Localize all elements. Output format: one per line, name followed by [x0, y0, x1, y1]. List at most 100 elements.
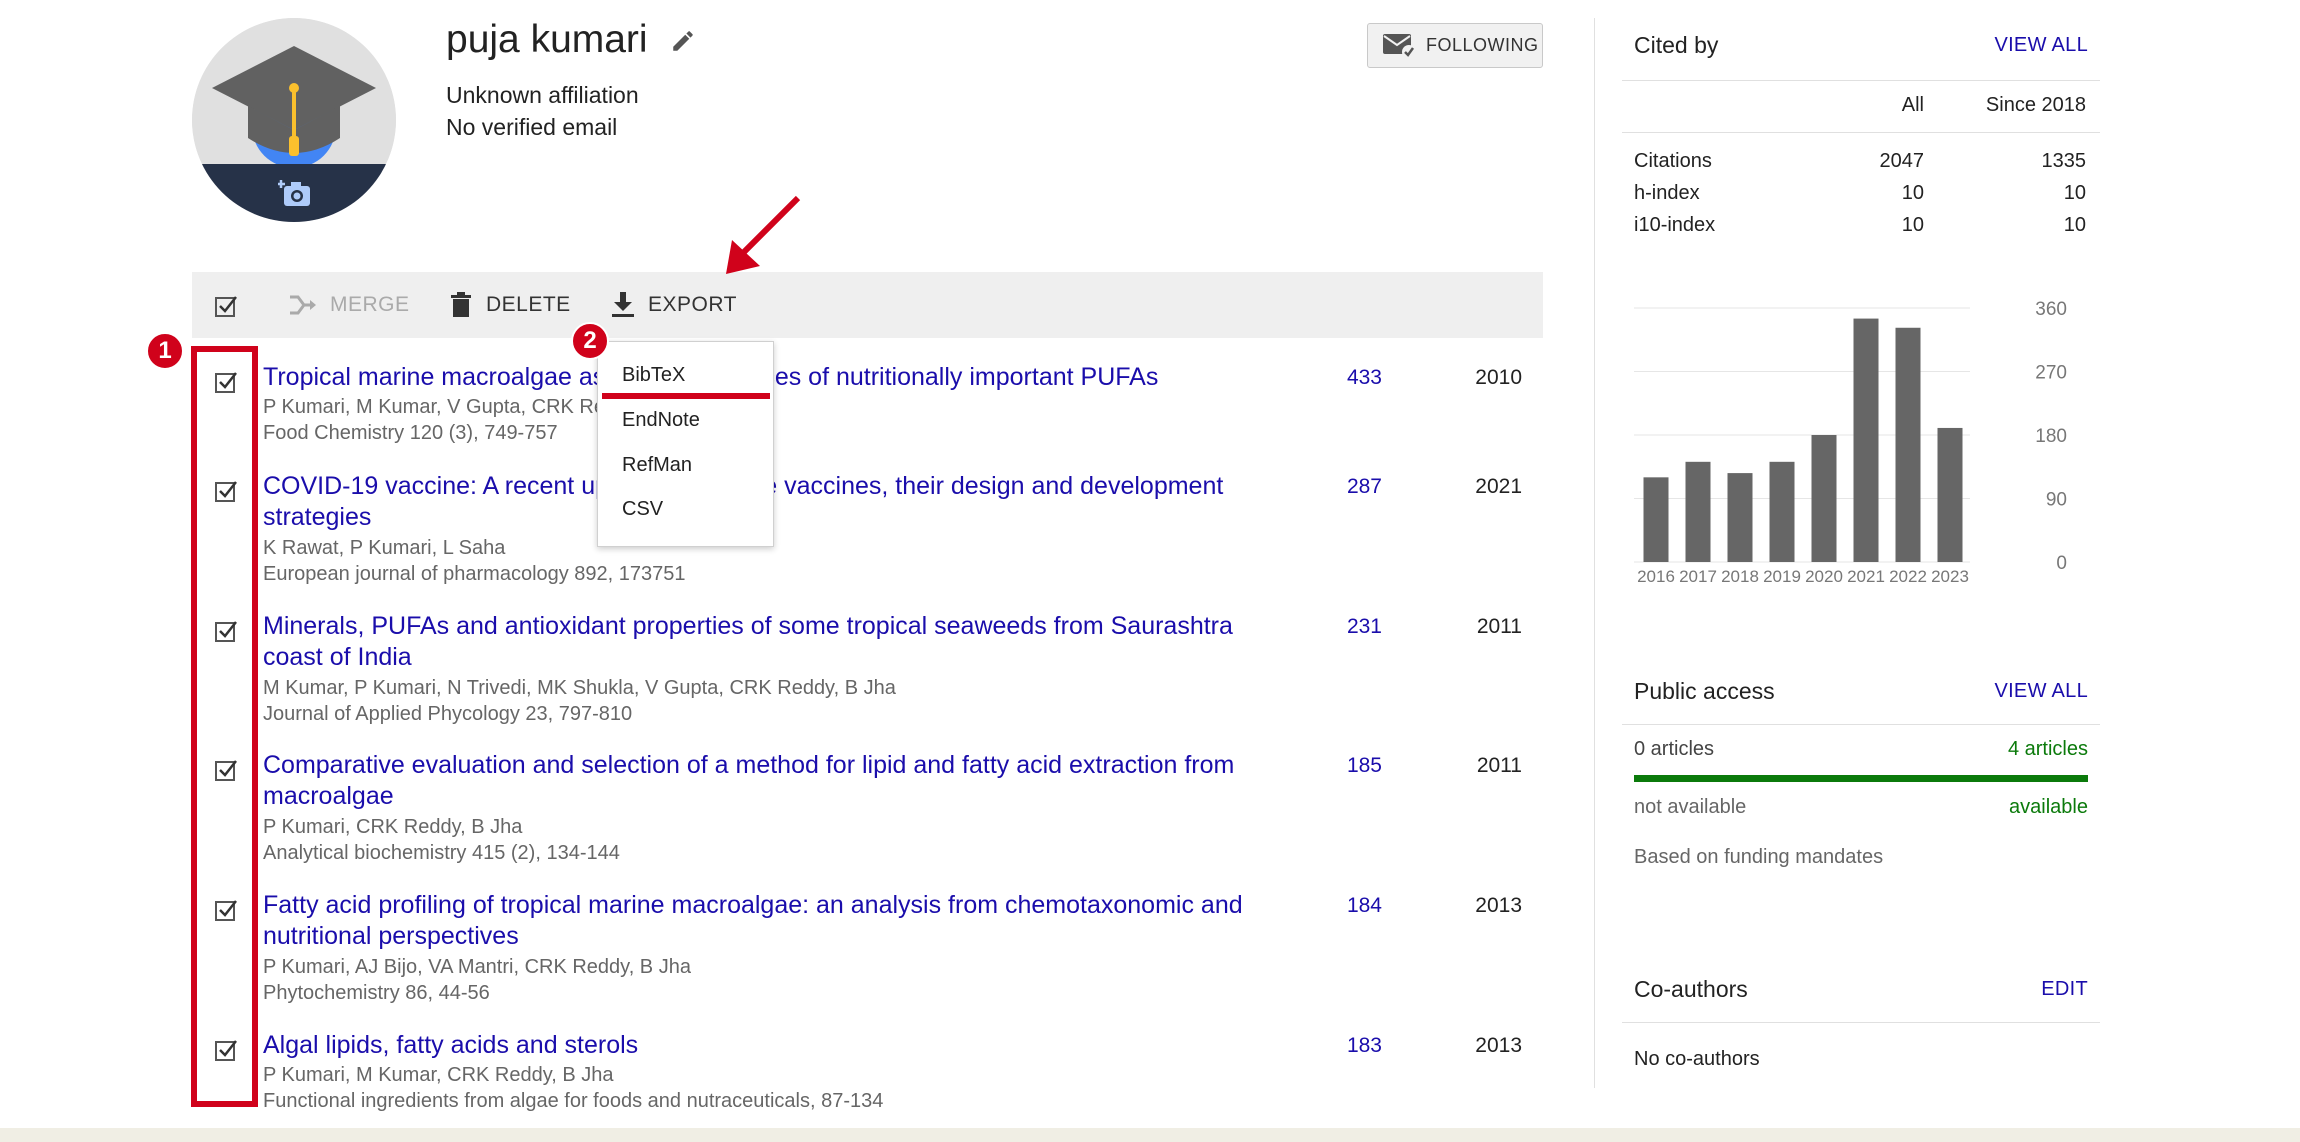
citation-row: h-index 10 10 [1634, 182, 2100, 210]
chart-bar-2022[interactable] [1895, 327, 1921, 562]
chart-bar-2016[interactable] [1643, 477, 1669, 562]
chart-bar-2021[interactable] [1853, 318, 1879, 562]
metric-all: 10 [1901, 182, 1924, 204]
public-access-view-all-link[interactable]: VIEW ALL [1994, 680, 2088, 703]
article-title-link[interactable]: Minerals, PUFAs and antioxidant properti… [263, 611, 1273, 673]
article-cited-by-link[interactable]: 185 [1322, 754, 1382, 778]
article-authors: P Kumari, CRK Reddy, B Jha [263, 816, 523, 838]
delete-button[interactable]: DELETE [450, 272, 571, 338]
article-cited-by-link[interactable]: 184 [1322, 894, 1382, 918]
export-option-csv[interactable]: CSV [622, 498, 663, 521]
article-row: COVID-19 vaccine: A recent update in pip… [192, 471, 1543, 601]
coauthors-edit-link[interactable]: EDIT [2041, 978, 2088, 1001]
delete-label: DELETE [486, 293, 571, 316]
metric-since: 1335 [2041, 150, 2087, 172]
chart-x-tick-label: 2017 [1679, 567, 1717, 586]
sidebar-divider [1594, 18, 1595, 1088]
article-year: 2010 [1475, 366, 1522, 389]
chart-bar-2023[interactable] [1937, 427, 1963, 562]
annotation-step-badge-2: 2 [571, 322, 609, 360]
merge-button[interactable]: MERGE [288, 272, 410, 338]
citation-table-header: All Since 2018 [1634, 94, 2100, 122]
export-button[interactable]: EXPORT [612, 272, 737, 338]
chart-bar-2020[interactable] [1811, 435, 1837, 562]
chart-x-tick-label: 2020 [1805, 567, 1843, 586]
pencil-edit-icon[interactable] [670, 28, 696, 54]
chart-y-tick-label: 360 [2035, 299, 2067, 320]
pa-funding-note: Based on funding mandates [1634, 846, 1884, 868]
no-coauthors-text: No co-authors [1634, 1048, 1760, 1070]
article-venue: European journal of pharmacology 892, 17… [263, 563, 686, 585]
chart-x-tick-label: 2023 [1931, 567, 1969, 586]
following-button[interactable]: FOLLOWING [1367, 23, 1543, 68]
metric-since: 10 [2063, 214, 2086, 236]
profile-email: No verified email [446, 114, 618, 140]
annotation-arrow-icon [726, 195, 801, 274]
article-year: 2011 [1476, 754, 1522, 777]
pa-not-available-count[interactable]: 0 articles [1634, 738, 1714, 761]
article-cited-by-link[interactable]: 287 [1322, 475, 1382, 499]
article-title-link[interactable]: Fatty acid profiling of tropical marine … [263, 890, 1273, 952]
article-row: Minerals, PUFAs and antioxidant properti… [192, 611, 1543, 741]
profile-name: puja kumari [446, 18, 648, 61]
profile-avatar[interactable] [192, 18, 396, 222]
chart-y-tick-label: 270 [2035, 363, 2067, 384]
public-access-heading: Public access [1634, 678, 1775, 704]
pa-available-count[interactable]: 4 articles [2008, 738, 2088, 761]
article-row: Fatty acid profiling of tropical marine … [192, 890, 1543, 1020]
article-row: Tropical marine macroalgae as potential … [192, 362, 1543, 444]
citations-per-year-chart: 0 90 180 270 360 2016 2017 2018 2019 2020 2021 2022… [1634, 299, 2067, 586]
col-all-header: All [1901, 94, 1924, 116]
coauthors-heading: Co-authors [1634, 976, 1748, 1002]
metric-label: Citations [1634, 150, 1712, 172]
article-year: 2011 [1476, 615, 1522, 638]
metric-all: 10 [1901, 214, 1924, 236]
article-authors: P Kumari, M Kumar, CRK Reddy, B Jha [263, 1064, 614, 1086]
chart-bar-2019[interactable] [1769, 461, 1795, 562]
divider [1622, 80, 2100, 81]
page-footer-strip [0, 1128, 2300, 1142]
article-title-link[interactable]: Algal lipids, fatty acids and sterols [263, 1030, 1273, 1061]
merge-icon [290, 295, 316, 315]
article-cited-by-link[interactable]: 231 [1322, 615, 1382, 639]
select-all-checkbox[interactable] [214, 294, 238, 318]
following-label: FOLLOWING [1426, 35, 1539, 55]
chart-bar-2017[interactable] [1685, 461, 1711, 562]
article-authors: P Kumari, AJ Bijo, VA Mantri, CRK Reddy,… [263, 956, 691, 978]
annotation-checkbox-highlight [191, 346, 258, 1107]
article-year: 2013 [1475, 1034, 1522, 1057]
merge-label: MERGE [330, 293, 410, 316]
profile-affiliation: Unknown affiliation [446, 82, 639, 108]
pa-available-label: available [2009, 796, 2088, 818]
article-row: Comparative evaluation and selection of … [192, 750, 1543, 880]
article-cited-by-link[interactable]: 183 [1322, 1034, 1382, 1058]
export-option-refman[interactable]: RefMan [622, 454, 692, 477]
pa-not-available-label: not available [1634, 796, 1747, 818]
article-row: Algal lipids, fatty acids and sterols P K… [192, 1030, 1543, 1112]
article-year: 2013 [1475, 894, 1522, 917]
cited-by-view-all-link[interactable]: VIEW ALL [1994, 34, 2088, 57]
export-label: EXPORT [648, 293, 737, 316]
chart-y-tick-label: 180 [2035, 426, 2067, 447]
chart-y-tick-label: 90 [2046, 490, 2067, 511]
scholar-profile-page: puja kumari Unknown affiliation No verif… [0, 0, 2300, 1142]
chart-x-tick-label: 2019 [1763, 567, 1801, 586]
article-title-link[interactable]: Comparative evaluation and selection of … [263, 750, 1273, 812]
metric-label: i10-index [1634, 214, 1716, 236]
article-year: 2021 [1475, 475, 1522, 498]
chart-x-tick-label: 2018 [1721, 567, 1759, 586]
annotation-step-badge-1: 1 [146, 332, 184, 370]
cited-by-heading: Cited by [1634, 32, 1719, 58]
article-venue: Journal of Applied Phycology 23, 797-810 [263, 703, 633, 725]
chart-y-tick-label: 0 [2056, 553, 2067, 574]
metric-label: h-index [1634, 182, 1700, 204]
add-photo-icon[interactable] [278, 178, 312, 208]
trash-icon [451, 292, 471, 317]
divider [1622, 132, 2100, 133]
export-option-bibtex[interactable]: BibTeX [622, 364, 685, 387]
article-cited-by-link[interactable]: 433 [1322, 366, 1382, 390]
export-option-endnote[interactable]: EndNote [622, 409, 700, 432]
chart-bar-2018[interactable] [1727, 473, 1753, 562]
public-access-progress-bar [1634, 775, 2088, 782]
chart-x-tick-label: 2016 [1637, 567, 1675, 586]
